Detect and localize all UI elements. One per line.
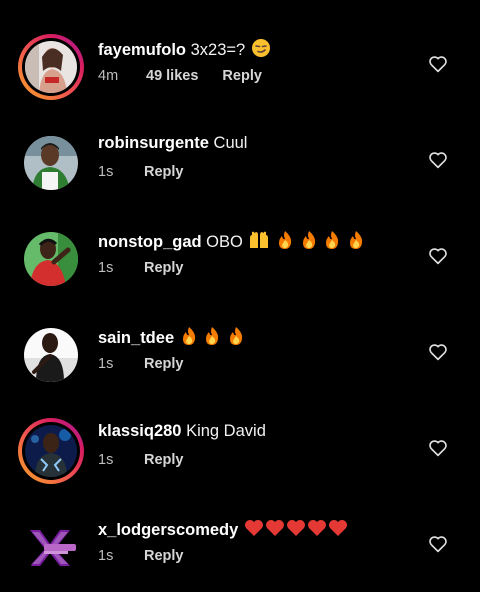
comment-meta: 1s Reply (98, 548, 184, 564)
timestamp: 1s (98, 452, 114, 468)
reply-button[interactable]: Reply (144, 260, 184, 276)
heart-outline-icon[interactable] (428, 343, 448, 361)
comment-meta: 1s Reply (98, 356, 184, 372)
username[interactable]: fayemufolo (98, 41, 186, 59)
likes-count[interactable]: 49 likes (146, 68, 198, 84)
comment-item: nonstop_gad OBO 1s Reply (0, 208, 480, 304)
reply-button[interactable]: Reply (144, 548, 184, 564)
comment-item: fayemufolo 3x23=? 4m 49 likes Reply (0, 16, 480, 112)
username[interactable]: sain_tdee (98, 329, 174, 347)
comment-line: nonstop_gad OBO (98, 230, 365, 252)
comment-meta: 4m 49 likes Reply (98, 68, 262, 84)
profile-photo (24, 328, 78, 382)
raised-hands-emoji-icon (250, 231, 269, 248)
heart-outline-icon[interactable] (428, 151, 448, 169)
avatar[interactable] (18, 322, 84, 388)
fire-emoji-icon (326, 231, 339, 249)
avatar[interactable] (18, 130, 84, 196)
heart-outline-icon[interactable] (428, 247, 448, 265)
comment-item: sain_tdee 1s Reply (0, 304, 480, 400)
comment-item: klassiq280 King David 1s Reply (0, 400, 480, 496)
timestamp: 4m (98, 68, 119, 84)
x-lodgers-logo (24, 520, 78, 574)
red-hearts-emoji-icon (244, 520, 347, 536)
comment-item: x_lodgerscomedy 1s Reply (0, 496, 480, 592)
comment-line: x_lodgerscomedy (98, 518, 350, 540)
comment-line: sain_tdee (98, 326, 245, 348)
profile-photo (25, 425, 77, 477)
profile-photo (25, 41, 77, 93)
heart-outline-icon[interactable] (428, 55, 448, 73)
reply-button[interactable]: Reply (144, 164, 184, 180)
fire-emoji-icon (279, 231, 292, 249)
comment-text: 3x23=? (190, 41, 246, 59)
fire-emoji-icon (349, 231, 362, 249)
reply-button[interactable]: Reply (144, 452, 184, 468)
avatar[interactable] (18, 226, 84, 292)
comment-text: Cuul (213, 134, 248, 152)
comment-meta: 1s Reply (98, 164, 184, 180)
timestamp: 1s (98, 356, 114, 372)
comment-meta: 1s Reply (98, 452, 184, 468)
heart-outline-icon[interactable] (428, 535, 448, 553)
avatar[interactable] (18, 514, 84, 580)
reply-button[interactable]: Reply (144, 356, 184, 372)
profile-photo (24, 232, 78, 286)
username[interactable]: klassiq280 (98, 422, 181, 440)
avatar[interactable] (18, 34, 84, 100)
username[interactable]: nonstop_gad (98, 233, 202, 251)
profile-photo (24, 136, 78, 190)
timestamp: 1s (98, 260, 114, 276)
fire-emoji-icon (206, 327, 219, 345)
timestamp: 1s (98, 548, 114, 564)
fire-emoji-icon (182, 327, 195, 345)
comment-line: klassiq280 King David (98, 422, 266, 441)
username[interactable]: x_lodgerscomedy (98, 521, 238, 539)
timestamp: 1s (98, 164, 114, 180)
fire-emoji-icon (229, 327, 243, 345)
comment-line: robinsurgente Cuul (98, 134, 247, 153)
comment-line: fayemufolo 3x23=? (98, 38, 271, 60)
comment-meta: 1s Reply (98, 260, 184, 276)
heart-outline-icon[interactable] (428, 439, 448, 457)
fire-emoji-icon (302, 231, 315, 249)
smirk-emoji-icon (251, 39, 270, 57)
avatar[interactable] (18, 418, 84, 484)
comment-text: King David (186, 422, 266, 440)
comment-text: OBO (206, 233, 243, 251)
username[interactable]: robinsurgente (98, 134, 209, 152)
comment-item: robinsurgente Cuul 1s Reply (0, 112, 480, 208)
reply-button[interactable]: Reply (222, 68, 262, 84)
